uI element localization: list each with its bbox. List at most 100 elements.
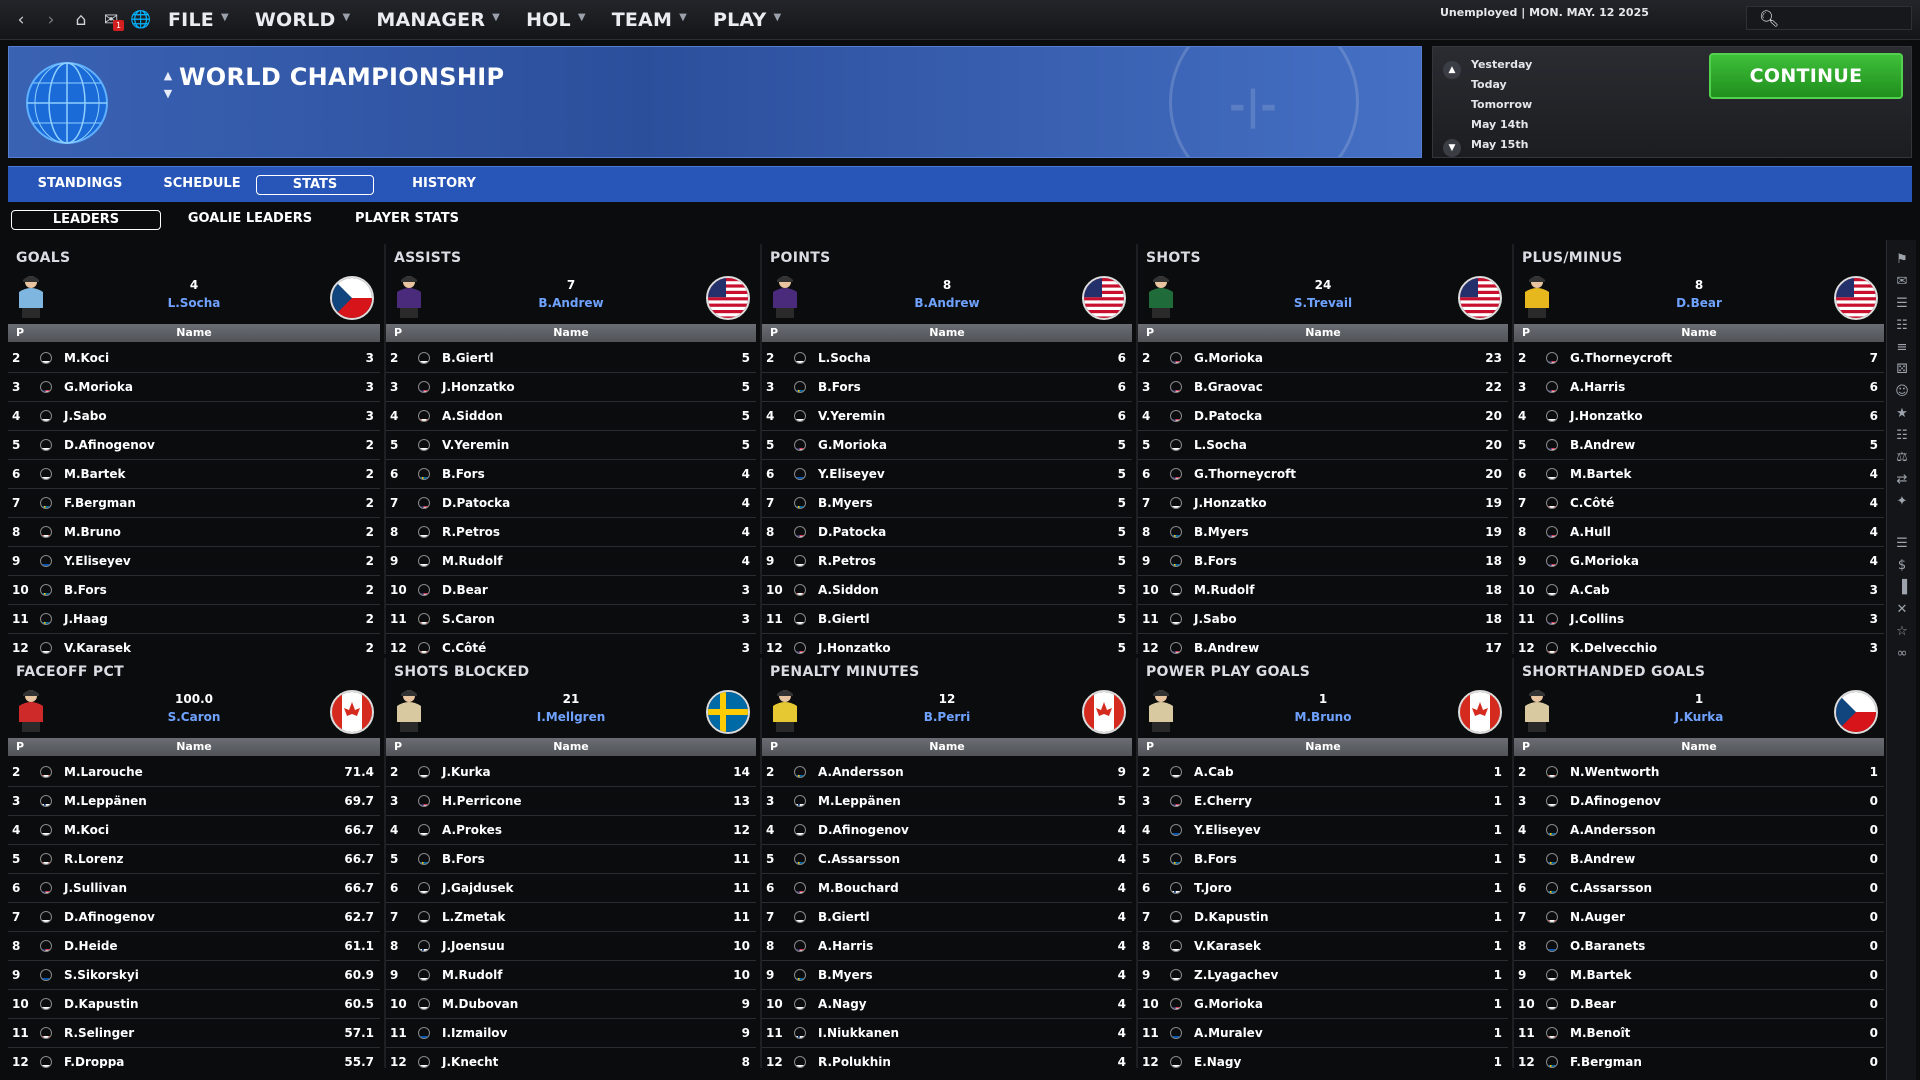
player-name-link[interactable]: R.Petros	[442, 518, 500, 546]
table-row[interactable]: 7 D.Kapustin 1	[1138, 903, 1508, 932]
table-row[interactable]: 5 D.Afinogenov 2	[8, 431, 380, 460]
back-icon[interactable]: ‹	[8, 7, 34, 33]
player-name-link[interactable]: D.Afinogenov	[64, 431, 155, 459]
player-name-link[interactable]: D.Bear	[442, 576, 488, 604]
table-row[interactable]: 6 Y.Eliseyev 5	[762, 460, 1132, 489]
table-row[interactable]: 2 M.Koci 3	[8, 344, 380, 373]
table-row[interactable]: 10 M.Dubovan 9	[386, 990, 756, 1019]
col-name-header[interactable]: Name	[1138, 738, 1508, 756]
table-row[interactable]: 5 G.Morioka 5	[762, 431, 1132, 460]
table-row[interactable]: 4 A.Andersson 0	[1514, 816, 1884, 845]
col-name-header[interactable]: Name	[1514, 738, 1884, 756]
category-leader[interactable]: 21 I.Mellgren	[386, 684, 756, 736]
player-name-link[interactable]: N.Wentworth	[1570, 758, 1659, 786]
player-name-link[interactable]: T.Joro	[1194, 874, 1232, 902]
table-row[interactable]: 2 L.Socha 6	[762, 344, 1132, 373]
date-item[interactable]: May 14th	[1471, 115, 1532, 135]
table-row[interactable]: 5 B.Fors 1	[1138, 845, 1508, 874]
table-row[interactable]: 2 N.Wentworth 1	[1514, 758, 1884, 787]
leader-name-link[interactable]: B.Perri	[762, 710, 1132, 724]
table-row[interactable]: 4 D.Patocka 20	[1138, 402, 1508, 431]
player-name-link[interactable]: C.Assarsson	[1570, 874, 1652, 902]
player-name-link[interactable]: C.Côté	[442, 634, 486, 654]
player-name-link[interactable]: K.Delvecchio	[1570, 634, 1657, 654]
player-name-link[interactable]: A.Nagy	[818, 990, 867, 1018]
table-row[interactable]: 4 M.Koci 66.7	[8, 816, 380, 845]
table-row[interactable]: 3 E.Cherry 1	[1138, 787, 1508, 816]
player-name-link[interactable]: V.Karasek	[64, 634, 131, 654]
scale-icon[interactable]: ⚖	[1894, 450, 1910, 466]
table-row[interactable]: 2 B.Giertl 5	[386, 344, 756, 373]
leader-name-link[interactable]: D.Bear	[1514, 296, 1884, 310]
table-row[interactable]: 6 C.Assarsson 0	[1514, 874, 1884, 903]
table-row[interactable]: 12 F.Bergman 0	[1514, 1048, 1884, 1068]
player-name-link[interactable]: N.Auger	[1570, 903, 1625, 931]
table-row[interactable]: 7 N.Auger 0	[1514, 903, 1884, 932]
tab-history[interactable]: HISTORY	[386, 175, 502, 195]
category-leader[interactable]: 7 B.Andrew	[386, 270, 756, 322]
player-name-link[interactable]: F.Bergman	[64, 489, 136, 517]
player-name-link[interactable]: J.Collins	[1570, 605, 1624, 633]
table-row[interactable]: 6 T.Joro 1	[1138, 874, 1508, 903]
table-row[interactable]: 11 J.Haag 2	[8, 605, 380, 634]
continue-button[interactable]: CONTINUE	[1709, 53, 1903, 99]
people-icon[interactable]: ☺	[1894, 384, 1910, 400]
table-row[interactable]: 3 M.Leppänen 69.7	[8, 787, 380, 816]
player-name-link[interactable]: E.Nagy	[1194, 1048, 1241, 1068]
table-row[interactable]: 7 L.Zmetak 11	[386, 903, 756, 932]
table-row[interactable]: 8 D.Heide 61.1	[8, 932, 380, 961]
player-name-link[interactable]: J.Joensuu	[442, 932, 505, 960]
player-name-link[interactable]: A.Cab	[1570, 576, 1610, 604]
competition-switcher[interactable]: ▲ ▼	[161, 67, 175, 103]
menu-world[interactable]: WORLD ▼	[255, 9, 351, 31]
table-row[interactable]: 12 V.Karasek 2	[8, 634, 380, 654]
player-name-link[interactable]: D.Afinogenov	[64, 903, 155, 931]
player-name-link[interactable]: B.Giertl	[442, 344, 494, 372]
table-row[interactable]: 12 B.Andrew 17	[1138, 634, 1508, 654]
player-name-link[interactable]: J.Honzatko	[818, 634, 891, 654]
player-name-link[interactable]: D.Afinogenov	[818, 816, 909, 844]
col-name-header[interactable]: Name	[386, 324, 756, 342]
table-row[interactable]: 7 B.Myers 5	[762, 489, 1132, 518]
list2-icon[interactable]: ☰	[1894, 536, 1910, 552]
player-name-link[interactable]: D.Heide	[64, 932, 118, 960]
cup-icon[interactable]: ☆	[1894, 624, 1910, 640]
table-row[interactable]: 10 D.Bear 0	[1514, 990, 1884, 1019]
player-name-link[interactable]: B.Myers	[1194, 518, 1249, 546]
player-name-link[interactable]: M.Rudolf	[442, 547, 502, 575]
table-row[interactable]: 10 D.Bear 3	[386, 576, 756, 605]
table-row[interactable]: 2 A.Andersson 9	[762, 758, 1132, 787]
player-name-link[interactable]: M.Rudolf	[442, 961, 502, 989]
player-name-link[interactable]: A.Cab	[1194, 758, 1234, 786]
player-name-link[interactable]: F.Bergman	[1570, 1048, 1642, 1068]
table-row[interactable]: 5 L.Socha 20	[1138, 431, 1508, 460]
player-name-link[interactable]: Y.Eliseyev	[818, 460, 885, 488]
player-name-link[interactable]: A.Prokes	[442, 816, 502, 844]
table-row[interactable]: 2 J.Kurka 14	[386, 758, 756, 787]
player-name-link[interactable]: I.Izmailov	[442, 1019, 507, 1047]
table-row[interactable]: 9 M.Bartek 0	[1514, 961, 1884, 990]
whistle-icon[interactable]: ✕	[1894, 602, 1910, 618]
table-row[interactable]: 9 M.Rudolf 10	[386, 961, 756, 990]
player-name-link[interactable]: A.Muralev	[1194, 1019, 1263, 1047]
table-row[interactable]: 6 J.Sullivan 66.7	[8, 874, 380, 903]
player-name-link[interactable]: B.Fors	[1194, 845, 1237, 873]
player-name-link[interactable]: C.Côté	[1570, 489, 1614, 517]
player-name-link[interactable]: B.Andrew	[1570, 431, 1635, 459]
table-row[interactable]: 8 A.Harris 4	[762, 932, 1132, 961]
menu-icon[interactable]: ≡	[1894, 340, 1910, 356]
table-row[interactable]: 11 I.Niukkanen 4	[762, 1019, 1132, 1048]
table-row[interactable]: 8 D.Patocka 5	[762, 518, 1132, 547]
table-row[interactable]: 9 S.Sikorskyi 60.9	[8, 961, 380, 990]
player-name-link[interactable]: J.Honzatko	[1194, 489, 1267, 517]
player-name-link[interactable]: O.Baranets	[1570, 932, 1645, 960]
table-row[interactable]: 5 R.Lorenz 66.7	[8, 845, 380, 874]
table-row[interactable]: 4 A.Siddon 5	[386, 402, 756, 431]
table-row[interactable]: 8 O.Baranets 0	[1514, 932, 1884, 961]
player-name-link[interactable]: M.Bartek	[64, 460, 126, 488]
player-name-link[interactable]: M.Koci	[64, 816, 109, 844]
player-name-link[interactable]: R.Polukhin	[818, 1048, 891, 1068]
menu-manager[interactable]: MANAGER ▼	[376, 9, 500, 31]
table-row[interactable]: 10 D.Kapustin 60.5	[8, 990, 380, 1019]
player-name-link[interactable]: B.Graovac	[1194, 373, 1263, 401]
